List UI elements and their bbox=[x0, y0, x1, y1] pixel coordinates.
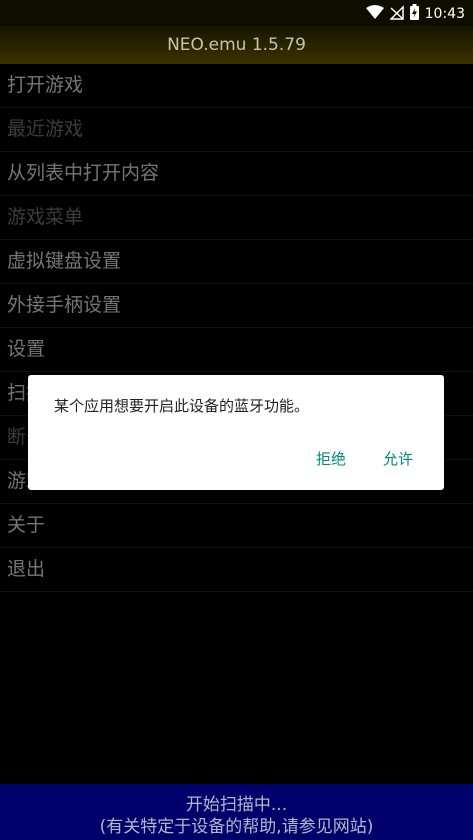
battery-charging-icon bbox=[409, 4, 419, 24]
status-bar: 10:43 bbox=[0, 0, 473, 26]
allow-button[interactable]: 允许 bbox=[383, 448, 413, 469]
status-time: 10:43 bbox=[424, 6, 465, 22]
app-title: NEO.emu 1.5.79 bbox=[167, 35, 306, 55]
wifi-icon bbox=[365, 4, 384, 24]
deny-button[interactable]: 拒绝 bbox=[316, 448, 346, 469]
dialog-message: 某个应用想要开启此设备的蓝牙功能。 bbox=[54, 397, 310, 415]
bluetooth-permission-dialog: 某个应用想要开启此设备的蓝牙功能。 拒绝 允许 bbox=[28, 375, 444, 490]
signal-off-icon bbox=[388, 4, 404, 24]
app-titlebar: NEO.emu 1.5.79 bbox=[0, 26, 473, 64]
status-icons: 10:43 bbox=[365, 4, 465, 24]
help-hint-text: (有关特定于设备的帮助,请参见网站) bbox=[99, 817, 374, 837]
status-message-bar: 开始扫描中... (有关特定于设备的帮助,请参见网站) bbox=[0, 784, 473, 840]
